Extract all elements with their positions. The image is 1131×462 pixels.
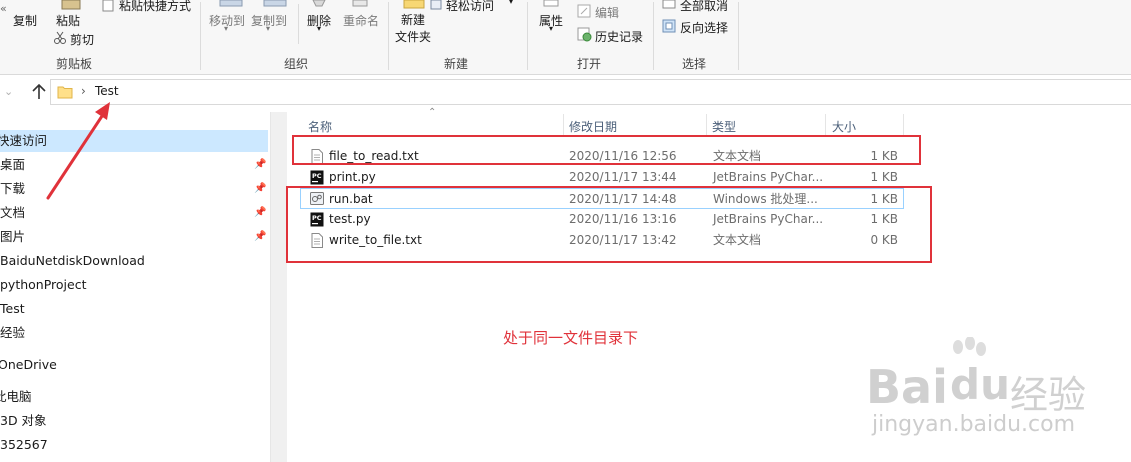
sort-chevron-up-icon: ⌃ [428,107,437,118]
chevron-down-icon: ▾ [549,24,554,33]
scissors-icon [54,31,66,44]
column-header-date[interactable]: 修改日期 [569,118,617,135]
file-name: print.py [329,170,376,184]
chevron-down-icon: ▾ [317,24,322,33]
annotation-box-bottom [286,186,932,263]
nav-item-onedrive[interactable]: OneDrive [0,354,268,376]
group-label-open: 打开 [577,57,602,71]
copy-to-icon [263,0,287,7]
easy-access-icon [430,0,442,10]
watermark-cn: 经验 [1010,373,1087,417]
pycharm-icon: PC [310,170,324,185]
paste-button[interactable]: 粘贴 [56,12,80,29]
new-folder-button[interactable]: 新建 [401,11,425,28]
pin-icon: 📌 [254,207,267,218]
nav-item-label: 3D 对象 [0,413,47,428]
group-divider [200,2,201,70]
pin-icon: 📌 [254,159,267,170]
properties-icon [543,0,559,7]
nav-scrollbar[interactable] [271,112,287,462]
file-size: 1 KB [870,170,898,184]
nav-item-pictures[interactable]: 图片 📌 [0,226,268,248]
group-divider [653,2,654,70]
file-row[interactable]: PC print.py 2020/11/17 13:44 JetBrains P… [300,167,904,188]
delete-icon [312,0,326,7]
file-date: 2020/11/17 13:44 [569,170,677,184]
column-divider[interactable] [563,114,564,136]
column-header-name[interactable]: 名称 [308,118,332,135]
chevron-down-icon[interactable]: ⌄ [4,85,13,98]
chevron-down-icon: ▾ [266,24,271,33]
new-folder-icon [403,0,425,9]
chevron-down-icon: ▾ [509,0,514,6]
paste-shortcut-button[interactable]: 粘贴快捷方式 [119,0,191,14]
pin-icon: 📌 [254,231,267,242]
group-label-clipboard: 剪贴板 [56,57,93,71]
nav-item-this-pc[interactable]: 此电脑 [0,386,268,408]
move-to-icon [219,0,243,7]
group-label-select: 选择 [682,57,707,71]
nav-item-label: 图片 [0,229,26,244]
nav-item-label: OneDrive [0,357,57,372]
nav-item-label: pythonProject [0,277,87,292]
nav-item-label: Test [0,301,25,316]
nav-item-baidunetdiskdownload[interactable]: BaiduNetdiskDownload [0,250,268,272]
select-none-icon [662,0,676,9]
group-divider [527,2,528,70]
address-bar[interactable] [50,79,1131,105]
column-divider[interactable] [903,114,904,136]
pin-icon: 📌 [254,183,267,194]
annotation-arrow [46,102,110,200]
file-type: JetBrains PyChar... [713,170,824,184]
history-icon [577,27,592,42]
nav-item-3d-objects[interactable]: 3D 对象 [0,410,268,432]
nav-item-label: 桌面 [0,157,26,172]
group-label-new: 新建 [444,57,469,71]
group-label-organize: 组织 [284,57,309,71]
invert-selection-icon [662,19,676,33]
column-divider[interactable] [706,114,707,136]
column-header-size[interactable]: 大小 [832,118,856,135]
nav-item-352567[interactable]: 352567 [0,434,268,456]
history-button[interactable]: 历史记录 [595,28,643,45]
cut-button[interactable]: 剪切 [70,31,94,48]
nav-item-label: 下载 [0,181,26,196]
watermark-paw-text: du [950,360,1010,409]
column-divider[interactable] [825,114,826,136]
easy-access-button[interactable]: 轻松访问 [446,0,494,14]
group-divider [298,4,299,44]
svg-text:PC: PC [312,172,322,180]
watermark-brand: Bai [866,360,948,414]
nav-item-jingyan[interactable]: 经验 [0,322,268,344]
nav-item-label: 此电脑 [0,389,32,404]
group-divider [738,2,739,70]
edit-button[interactable]: 编辑 [595,4,619,21]
nav-item-label: 352567 [0,437,48,452]
invert-selection-button[interactable]: 反向选择 [680,19,728,36]
paste-icon [61,0,81,10]
select-none-button[interactable]: 全部取消 [680,0,728,14]
annotation-box-top [292,135,921,165]
rename-button[interactable]: 重命名 [343,12,379,29]
edit-icon [577,4,591,18]
watermark-url: jingyan.baidu.com [872,412,1076,437]
copy-button[interactable]: 复制 [13,12,37,29]
annotation-text: 处于同一文件目录下 [503,329,639,347]
group-divider [388,2,389,70]
column-header-type[interactable]: 类型 [712,118,736,135]
chevron-down-icon: ▾ [224,24,229,33]
nav-item-label: 文档 [0,205,26,220]
new-folder-button-line2[interactable]: 文件夹 [395,28,431,45]
rename-icon [352,0,368,7]
nav-item-pythonproject[interactable]: pythonProject [0,274,268,296]
paste-shortcut-icon [102,0,114,12]
copy-path-fragment: « [0,2,7,15]
nav-item-label: BaiduNetdiskDownload [0,253,145,268]
nav-item-label: 经验 [0,325,26,340]
nav-item-test[interactable]: Test [0,298,268,320]
